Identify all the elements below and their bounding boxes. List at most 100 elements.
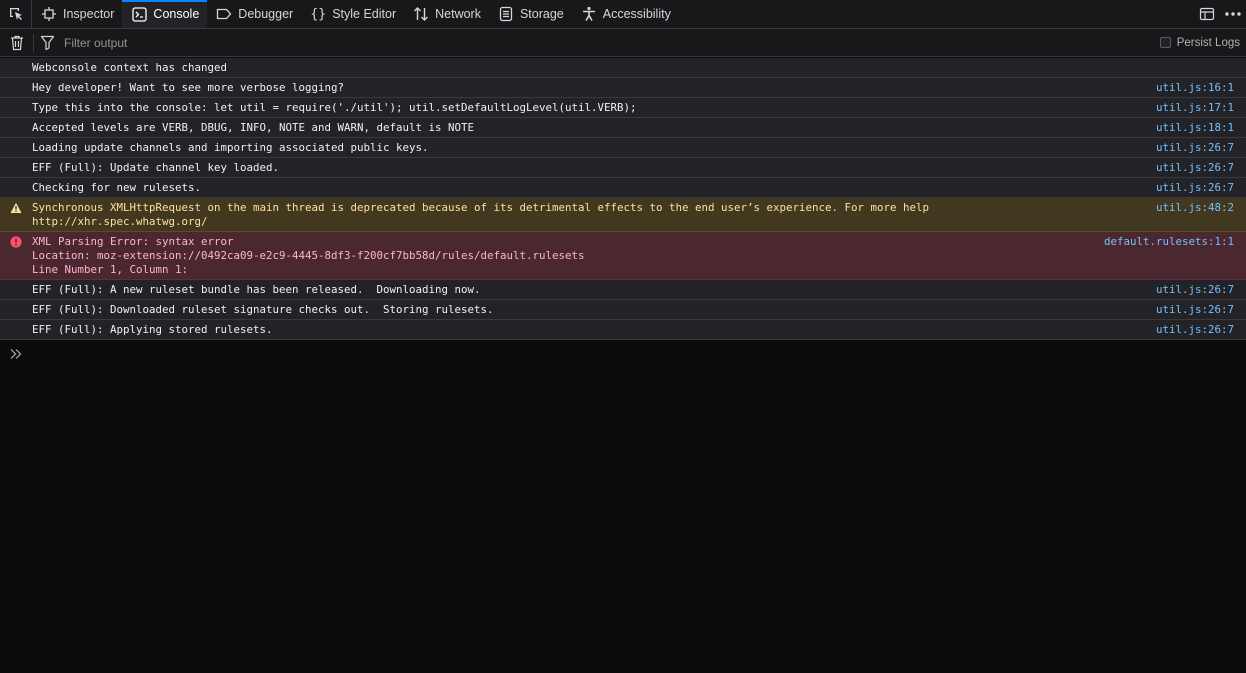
tab-label: Network [435,7,481,21]
message-gutter [0,101,32,115]
message-text: Loading update channels and importing as… [32,141,1156,155]
tab-accessibility[interactable]: Accessibility [572,0,679,28]
message-location-link[interactable]: util.js:26:7 [1156,303,1246,317]
warning-message: Synchronous XMLHttpRequest on the main t… [0,198,1246,232]
prompt-icon [0,348,32,360]
warning-icon [0,201,32,229]
message-location-link[interactable]: util.js:26:7 [1156,283,1246,297]
message-text: EFF (Full): Applying stored rulesets. [32,323,1156,337]
message-line: Type this into the console: let util = r… [32,101,637,114]
network-icon [413,6,429,22]
message-line: EFF (Full): Update channel key loaded. [32,161,280,174]
log-message: Checking for new rulesets. util.js:26:7 [0,178,1246,198]
filter-icon [40,35,54,50]
message-line: EFF (Full): A new ruleset bundle has bee… [32,283,481,296]
message-location-link[interactable]: util.js:26:7 [1156,323,1246,337]
inspector-icon [41,6,57,22]
message-location-link[interactable]: util.js:17:1 [1156,101,1246,115]
message-gutter [0,81,32,95]
message-text: EFF (Full): Downloaded ruleset signature… [32,303,1156,317]
tab-inspector[interactable]: Inspector [32,0,122,28]
message-gutter [0,61,32,75]
message-line: Line Number 1, Column 1: [32,263,189,276]
tab-label: Debugger [238,7,294,21]
error-icon [0,235,32,277]
message-location-link[interactable]: util.js:26:7 [1156,141,1246,155]
filter-output-input[interactable] [60,35,960,50]
message-line: Location: moz-extension://0492ca09-e2c9-… [32,249,585,262]
message-text: EFF (Full): A new ruleset bundle has bee… [32,283,1156,297]
message-gutter [0,303,32,317]
message-location-link[interactable]: util.js:26:7 [1156,181,1246,195]
message-gutter [0,161,32,175]
clear-output-button[interactable] [0,29,34,57]
message-location-link[interactable]: default.rulesets:1:1 [1104,235,1246,277]
tab-console[interactable]: Console [122,0,208,28]
storage-icon [498,6,514,22]
message-gutter [0,283,32,297]
tab-storage[interactable]: Storage [489,0,572,28]
dock-button[interactable] [1194,0,1220,29]
tab-debugger[interactable]: Debugger [207,0,301,28]
element-picker-icon [9,8,22,20]
tab-label: Inspector [63,7,115,21]
toolbar-right [1194,0,1246,28]
debugger-icon [216,6,232,22]
dock-icon [1199,7,1215,21]
log-message: EFF (Full): Update channel key loaded. ut… [0,158,1246,178]
persist-logs-checkbox[interactable] [1159,37,1171,48]
persist-logs-label: Persist Logs [1176,36,1240,49]
message-line: Accepted levels are VERB, DBUG, INFO, NO… [32,121,475,134]
error-message: XML Parsing Error: syntax error Location:… [0,232,1246,280]
message-text: Webconsole context has changed [32,61,1246,75]
trash-icon [11,35,23,50]
log-message: Type this into the console: let util = r… [0,98,1246,118]
message-location-link[interactable]: util.js:18:1 [1156,121,1246,135]
message-text: Accepted levels are VERB, DBUG, INFO, NO… [32,121,1156,135]
message-line: Checking for new rulesets. [32,181,202,194]
element-picker-button[interactable] [0,0,32,28]
message-gutter [0,323,32,337]
message-text: Type this into the console: let util = r… [32,101,1156,115]
message-line: Hey developer! Want to see more verbose … [32,81,345,94]
style-editor-icon: {} [310,6,327,22]
message-line: Synchronous XMLHttpRequest on the main t… [32,201,930,214]
more-icon [1225,12,1241,16]
message-text: Checking for new rulesets. [32,181,1156,195]
message-location-link[interactable]: util.js:48:2 [1156,201,1246,229]
message-text: Synchronous XMLHttpRequest on the main t… [32,201,1156,229]
tab-label: Accessibility [602,7,671,21]
more-options-button[interactable] [1220,0,1246,29]
message-text: XML Parsing Error: syntax error Location:… [32,235,1104,277]
filter-toggle-button[interactable] [34,29,60,57]
console-output: Webconsole context has changed Hey develo… [0,58,1246,340]
log-message: EFF (Full): Applying stored rulesets. uti… [0,320,1246,340]
tab-label: Storage [519,7,564,21]
log-message: Hey developer! Want to see more verbose … [0,78,1246,98]
persist-logs-toggle[interactable]: Persist Logs [1159,36,1240,49]
message-text: Hey developer! Want to see more verbose … [32,81,1156,95]
tab-label: Console [153,7,200,21]
console-input[interactable] [0,341,1246,367]
message-line: XML Parsing Error: syntax error [32,235,234,248]
log-message: Accepted levels are VERB, DBUG, INFO, NO… [0,118,1246,138]
accessibility-icon [581,6,597,22]
log-message: EFF (Full): Downloaded ruleset signature… [0,300,1246,320]
message-line: Loading update channels and importing as… [32,141,429,154]
message-line: EFF (Full): Applying stored rulesets. [32,323,273,336]
console-filter-bar: Persist Logs [0,29,1246,57]
devtools-toolbar: Inspector Console Debugger {} Style Edit… [0,0,1246,29]
tab-network[interactable]: Network [404,0,489,28]
console-icon [131,6,147,22]
tab-label: Style Editor [332,7,397,21]
log-message: Loading update channels and importing as… [0,138,1246,158]
message-line: EFF (Full): Downloaded ruleset signature… [32,303,494,316]
message-location-link[interactable]: util.js:26:7 [1156,161,1246,175]
tab-style-editor[interactable]: {} Style Editor [301,0,404,28]
message-location-link[interactable]: util.js:16:1 [1156,81,1246,95]
message-line: Webconsole context has changed [32,61,228,74]
message-text: EFF (Full): Update channel key loaded. [32,161,1156,175]
log-message: EFF (Full): A new ruleset bundle has bee… [0,280,1246,300]
message-gutter [0,181,32,195]
message-gutter [0,121,32,135]
